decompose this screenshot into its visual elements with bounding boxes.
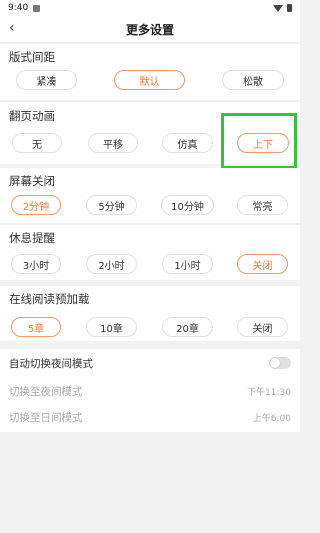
to-day-time: 上午6:00 — [252, 413, 291, 424]
auto-night-toggle[interactable] — [269, 357, 291, 369]
to-night-label: 切换至夜间模式 — [9, 385, 83, 398]
option-5-chapters[interactable]: 5章 — [11, 317, 61, 337]
option-loose[interactable]: 松散 — [222, 70, 284, 90]
option-simulate[interactable]: 仿真 — [162, 133, 213, 153]
section-title: 屏幕关闭 — [9, 174, 55, 188]
option-1-hour[interactable]: 1小时 — [162, 254, 213, 274]
status-bar: 9:40 — [0, 0, 300, 16]
battery-icon — [287, 4, 292, 12]
section-title: 休息提醒 — [9, 231, 55, 245]
option-20-chapters[interactable]: 20章 — [162, 317, 213, 337]
status-time: 9:40 — [8, 3, 29, 13]
page-title: 更多设置 — [125, 22, 174, 37]
option-3-hours[interactable]: 3小时 — [11, 254, 61, 274]
option-always-on[interactable]: 常亮 — [237, 195, 288, 215]
option-default[interactable]: 默认 — [114, 70, 185, 90]
nav-bar: ‹ 更多设置 — [0, 16, 300, 42]
notification-icon — [33, 4, 41, 12]
to-night-row[interactable]: 切换至夜间模式 下午11:30 — [9, 383, 291, 399]
to-night-time: 下午11:30 — [247, 387, 291, 398]
back-arrow-icon[interactable]: ‹ — [9, 20, 15, 36]
option-2-minutes[interactable]: 2分钟 — [11, 195, 61, 215]
option-none[interactable]: 无 — [12, 133, 62, 153]
section-layout-spacing: 版式间距 紧凑 默认 松散 — [0, 44, 300, 100]
option-10-chapters[interactable]: 10章 — [86, 317, 137, 337]
option-off[interactable]: 关闭 — [237, 254, 288, 274]
section-rest-reminder: 休息提醒 3小时 2小时 1小时 关闭 — [0, 225, 300, 280]
section-screen-off: 屏幕关闭 2分钟 5分钟 10分钟 常亮 — [0, 168, 300, 223]
section-title: 版式间距 — [9, 50, 55, 64]
option-compact[interactable]: 紧凑 — [16, 70, 77, 90]
wifi-icon — [273, 4, 283, 12]
auto-night-row: 自动切换夜间模式 — [9, 354, 291, 372]
section-night-mode: 自动切换夜间模式 切换至夜间模式 下午11:30 切换至日间模式 上午6:00 — [0, 349, 300, 432]
auto-night-label: 自动切换夜间模式 — [9, 357, 93, 370]
section-title: 翻页动画 — [9, 109, 55, 123]
to-day-label: 切换至日间模式 — [9, 411, 83, 424]
section-title: 在线阅读预加载 — [9, 292, 90, 306]
toggle-knob — [270, 358, 280, 368]
option-off[interactable]: 关闭 — [237, 317, 288, 337]
option-10-minutes[interactable]: 10分钟 — [161, 195, 214, 215]
option-slide[interactable]: 平移 — [88, 133, 138, 153]
to-day-row[interactable]: 切换至日间模式 上午6:00 — [9, 409, 291, 425]
selection-highlight-box — [221, 113, 297, 169]
option-5-minutes[interactable]: 5分钟 — [86, 195, 137, 215]
option-2-hours[interactable]: 2小时 — [86, 254, 137, 274]
section-online-preload: 在线阅读预加载 5章 10章 20章 关闭 — [0, 286, 300, 341]
